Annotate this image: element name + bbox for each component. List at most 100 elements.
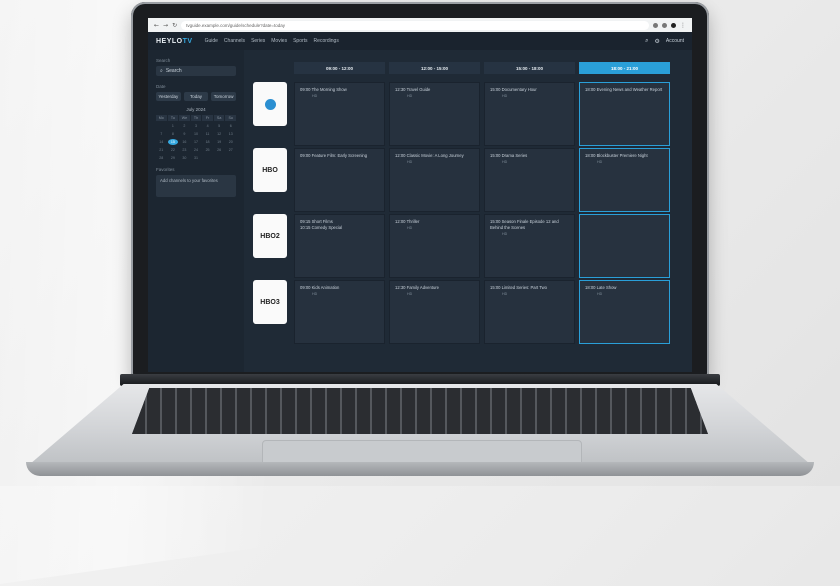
extension-icon[interactable] [662, 22, 667, 28]
calendar-weekday: Sa [213, 115, 225, 121]
calendar-weekday: Su [225, 115, 236, 121]
calendar-day[interactable]: 29 [168, 155, 179, 161]
menu-icon[interactable]: ⋮ [680, 22, 686, 29]
calendar-day[interactable]: 21 [156, 147, 167, 153]
calendar-day[interactable]: 27 [225, 147, 236, 153]
user-menu[interactable]: Account [666, 38, 684, 44]
calendar-day[interactable]: 14 [156, 139, 167, 145]
program-cell[interactable]: 18:00 Late Show HD [579, 280, 670, 344]
calendar-day[interactable]: 9 [179, 131, 190, 137]
program-cell[interactable]: 09:15 Short Films 10:15 Comedy Special [294, 214, 385, 278]
program-cell[interactable]: 18:00 Blockbuster Premiere Night HD [579, 148, 670, 212]
program-cell[interactable]: 15:00 Drama Series HD [484, 148, 575, 212]
nav-link[interactable]: Sports [293, 38, 307, 44]
search-icon: ⌕ [160, 68, 163, 74]
tomorrow-button[interactable]: Tomorrow [211, 92, 237, 101]
calendar-day[interactable]: 25 [202, 147, 213, 153]
time-slot-header[interactable]: 18:00 - 21:00 [579, 62, 670, 74]
calendar-day[interactable]: 31 [191, 155, 202, 161]
calendar-day[interactable]: 28 [156, 155, 167, 161]
forward-icon[interactable]: → [163, 22, 168, 29]
program-cell[interactable]: 12:00 Classic Movie: A Long Journey HD [389, 148, 480, 212]
program-cell[interactable]: 09:00 Feature Film: Early Screening [294, 148, 385, 212]
logo-accent: TV [182, 37, 193, 45]
calendar-day[interactable]: 3 [191, 123, 202, 129]
program-badge: HD [502, 94, 508, 98]
nav-link[interactable]: Guide [205, 38, 218, 44]
yesterday-button[interactable]: Yesterday [156, 92, 181, 101]
program-cell[interactable]: 12:30 Family Adventure HD [389, 280, 480, 344]
nav-link[interactable]: Movies [271, 38, 287, 44]
program-cell[interactable]: 12:30 Travel Guide HD [389, 82, 480, 146]
calendar-day [225, 155, 236, 161]
calendar-day[interactable]: 18 [202, 139, 213, 145]
calendar-day[interactable]: 12 [214, 131, 225, 137]
program-badge: HD [597, 292, 603, 296]
channel-logo[interactable]: HBO2 [253, 214, 287, 258]
time-slot-header[interactable]: 12:00 - 15:00 [389, 62, 480, 74]
nav-link[interactable]: Series [251, 38, 265, 44]
time-slot-header[interactable]: 09:00 - 12:00 [294, 62, 385, 74]
calendar-month: July 2024 [186, 107, 206, 112]
program-badge: HD [407, 94, 413, 98]
calendar-day[interactable]: 19 [214, 139, 225, 145]
program-cell[interactable]: 09:00 The Morning Show HD [294, 82, 385, 146]
program-cell[interactable]: 12:00 Thriller HD [389, 214, 480, 278]
calendar-day[interactable]: 20 [225, 139, 236, 145]
today-button[interactable]: Today [183, 92, 209, 101]
program-title: 09:00 Feature Film: Early Screening [300, 153, 368, 158]
search-value: Search [165, 68, 182, 74]
calendar-weekday: We [179, 115, 190, 121]
calendar-day[interactable]: 7 [156, 131, 167, 137]
address-bar[interactable]: tvguide.example.com/guide/schedule?date=… [181, 20, 649, 30]
calendar-grid: Mo Tu We Th Fr Sa Su 1 2 3 4 5 6 7 8 9 10 11 12 13 14 15 16 17 1… [156, 115, 236, 161]
program-cell[interactable]: 09:00 Kids Animation HD [294, 280, 385, 344]
favorites-label: Favorites [156, 167, 175, 172]
program-cell[interactable]: 15:00 Limited Series: Part Two HD [484, 280, 575, 344]
nav-link[interactable]: Channels [224, 38, 245, 44]
program-badge: HD [407, 226, 413, 230]
favorites-box[interactable]: Add channels to your favorites [156, 175, 236, 197]
channel-logo[interactable]: HBO3 [253, 280, 287, 324]
calendar-day[interactable]: 10 [191, 131, 202, 137]
program-badge: HD [502, 292, 508, 296]
calendar-day [202, 155, 213, 161]
calendar-day[interactable]: 13 [225, 131, 236, 137]
calendar-day[interactable]: 15 [167, 139, 179, 145]
address-bar-url: tvguide.example.com/guide/schedule?date=… [186, 22, 286, 28]
back-icon[interactable]: ← [154, 22, 159, 29]
program-badge: HD [597, 160, 603, 164]
calendar-day[interactable]: 11 [202, 131, 213, 137]
calendar-day[interactable]: 8 [168, 131, 179, 137]
program-cell[interactable]: 18:00 Evening News and Weather Report [579, 82, 670, 146]
laptop-screen: ← → ↻ tvguide.example.com/guide/schedule… [148, 18, 692, 372]
time-slot-header[interactable]: 15:00 - 18:00 [484, 62, 575, 74]
program-cell[interactable]: 15:00 Season Finale Episode 12 and Behin… [484, 214, 575, 278]
reload-icon[interactable]: ↻ [172, 22, 177, 29]
calendar-day[interactable]: 5 [214, 123, 225, 129]
program-cell[interactable]: 15:00 Documentary Hour HD [484, 82, 575, 146]
extension-icon[interactable] [653, 22, 658, 28]
calendar-day[interactable]: 30 [179, 155, 190, 161]
calendar-day[interactable]: 4 [202, 123, 213, 129]
calendar-day[interactable]: 23 [179, 147, 190, 153]
calendar-day[interactable]: 17 [191, 139, 202, 145]
calendar-day[interactable]: 22 [168, 147, 179, 153]
settings-icon[interactable]: ⚙ [655, 38, 660, 45]
search-icon[interactable]: ⌕ [645, 37, 648, 45]
nav-link[interactable]: Recordings [314, 38, 339, 44]
calendar-day[interactable]: 16 [179, 139, 190, 145]
search-input[interactable]: ⌕ Search [156, 66, 236, 76]
calendar-day[interactable]: 26 [214, 147, 225, 153]
calendar-day[interactable]: 1 [168, 123, 179, 129]
calendar-day[interactable]: 2 [179, 123, 190, 129]
program-badge: HD [312, 292, 318, 296]
calendar-day[interactable]: 24 [191, 147, 202, 153]
channel-logo[interactable] [253, 82, 287, 126]
program-cell[interactable] [579, 214, 670, 278]
app-logo[interactable]: HEYLOTV [156, 38, 193, 45]
profile-icon[interactable] [671, 22, 676, 28]
calendar-day[interactable]: 6 [225, 123, 236, 129]
program-badge: HD [502, 232, 508, 236]
channel-logo[interactable]: HBO [253, 148, 287, 192]
